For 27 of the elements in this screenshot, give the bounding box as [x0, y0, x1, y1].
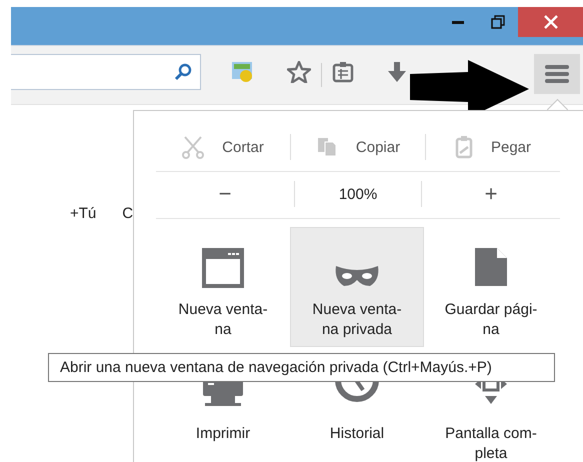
- close-icon: [544, 15, 558, 29]
- mask-icon: [334, 264, 380, 288]
- app-icon[interactable]: [231, 61, 255, 83]
- page-text: C: [122, 205, 134, 222]
- zoom-in-button[interactable]: +: [422, 179, 560, 209]
- reading-list-icon[interactable]: [332, 61, 354, 83]
- star-icon[interactable]: [287, 61, 311, 83]
- zoom-out-button[interactable]: −: [156, 179, 294, 209]
- close-button[interactable]: [518, 7, 583, 37]
- menu-item[interactable]: Nueva venta- na: [156, 227, 290, 347]
- download-icon[interactable]: [386, 61, 408, 83]
- zoom-level: 100%: [338, 186, 378, 202]
- tooltip: Abrir una nueva ventana de navegación privada (Ctrl+Mayús.+P): [48, 353, 555, 382]
- search-field[interactable]: [11, 54, 201, 90]
- minimize-icon: [452, 20, 464, 24]
- menu-item[interactable]: Nueva venta- na privada: [290, 227, 424, 347]
- menu-item[interactable]: Guardar pági- na: [424, 227, 558, 347]
- clipboard-icon: [454, 135, 473, 159]
- restore-icon: [491, 15, 505, 29]
- document-icon: [473, 246, 509, 288]
- menu-button[interactable]: [534, 54, 580, 94]
- search-icon: [174, 63, 192, 81]
- menu-icon: [545, 64, 569, 84]
- copy-icon: [316, 136, 338, 158]
- browser-window-icon: [202, 248, 244, 288]
- scissors-icon: [182, 135, 204, 159]
- page-text: +Tú: [70, 205, 96, 222]
